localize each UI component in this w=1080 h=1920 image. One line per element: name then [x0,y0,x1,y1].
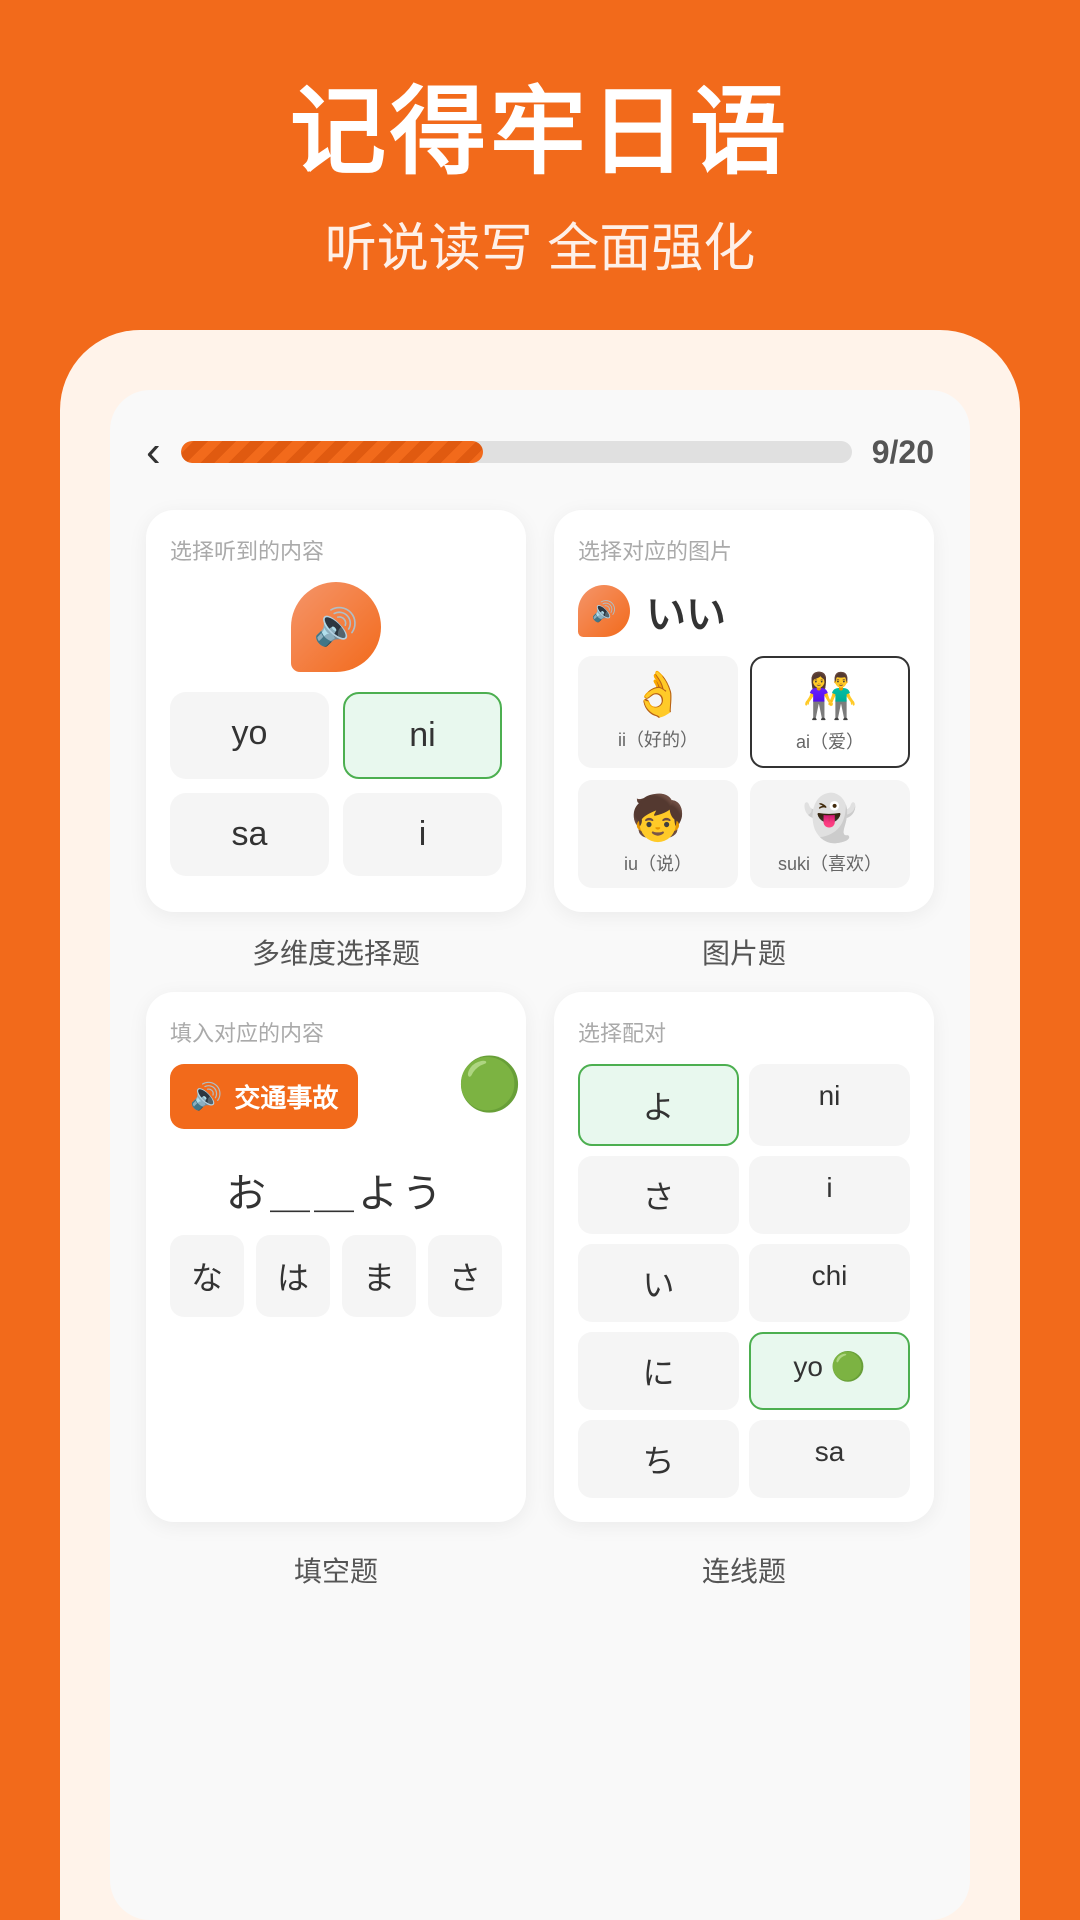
answer-choices: な は ま さ [170,1235,502,1317]
cards-grid-top: 选择听到的内容 🔊 yo ni sa i 选择对应的图片 🔊 [146,510,934,912]
sub-title: 听说读写 全面强化 [0,206,1080,281]
mascot-icon: 🟢 [457,1054,522,1115]
card3-label: 填入对应的内容 [170,1016,502,1048]
pic-emoji-suki: 👻 [762,792,898,844]
audio-phrase[interactable]: 🔊 交通事故 [170,1064,358,1129]
pic-card-iu[interactable]: 🧒 iu（说） [578,780,738,888]
card-matching: 选择配对 よ ni さ i い chi に yo 🟢 ち sa [554,992,934,1522]
card2-label: 选择对应的图片 [578,534,910,566]
progress-row: ‹ 9/20 [146,430,934,474]
card2-speaker-row: 🔊 いい [578,582,910,640]
phone-inner: ‹ 9/20 选择听到的内容 🔊 yo ni sa i [110,390,970,1920]
card-fill-blank: 填入对应的内容 🔊 交通事故 🟢 お＿＿よう な は ま さ [146,992,526,1522]
pic-card-suki[interactable]: 👻 suki（喜欢） [750,780,910,888]
answer-sa[interactable]: さ [428,1235,502,1317]
progress-text: 9/20 [872,434,934,471]
match-right-sa[interactable]: sa [749,1420,910,1498]
match-left-sa[interactable]: さ [578,1156,739,1234]
pic-label-suki: suki（喜欢） [762,850,898,876]
card2-speaker-icon[interactable]: 🔊 [578,585,630,637]
card-picture-choice: 选择对应的图片 🔊 いい 👌 ii（好的） 👫 ai（爱） [554,510,934,912]
card4-label: 选择配对 [578,1016,910,1048]
bottom-labels-bottom: 填空题 连线题 [146,1536,934,1590]
answer-ma[interactable]: ま [342,1235,416,1317]
card1-type-label: 多维度选择题 [146,932,526,972]
match-right-chi[interactable]: chi [749,1244,910,1322]
choice-grid: yo ni sa i [170,692,502,876]
pic-card-ii[interactable]: 👌 ii（好的） [578,656,738,768]
choice-i[interactable]: i [343,793,502,876]
match-grid: よ ni さ i い chi に yo 🟢 ち sa [578,1064,910,1498]
choice-yo[interactable]: yo [170,692,329,779]
back-button[interactable]: ‹ [146,430,161,474]
choice-ni[interactable]: ni [343,692,502,779]
match-left-i[interactable]: い [578,1244,739,1322]
pic-card-ai[interactable]: 👫 ai（爱） [750,656,910,768]
bottom-labels-top: 多维度选择题 图片题 [146,918,934,972]
progress-bar-container [181,441,852,463]
card-multiple-choice: 选择听到的内容 🔊 yo ni sa i [146,510,526,912]
match-left-yo[interactable]: よ [578,1064,739,1146]
progress-bar-fill [181,441,483,463]
match-left-ni[interactable]: に [578,1332,739,1410]
card1-speaker-icon[interactable]: 🔊 [291,582,381,672]
match-right-ni[interactable]: ni [749,1064,910,1146]
card3-phrase-area: 🔊 交通事故 🟢 [170,1064,502,1147]
card2-type-label: 图片题 [554,932,934,972]
speaker-symbol-small: 🔊 [592,599,617,624]
match-right-yo[interactable]: yo 🟢 [749,1332,910,1410]
pic-grid: 👌 ii（好的） 👫 ai（爱） 🧒 iu（说） 👻 suki（喜欢） [578,656,910,888]
choice-sa[interactable]: sa [170,793,329,876]
card4-type-label: 连线题 [554,1550,934,1590]
phone-mockup: ‹ 9/20 选择听到的内容 🔊 yo ni sa i [60,330,1020,1920]
answer-ha[interactable]: は [256,1235,330,1317]
main-title: 记得牢日语 [0,80,1080,186]
header-section: 记得牢日语 听说读写 全面强化 [0,0,1080,341]
match-right-i[interactable]: i [749,1156,910,1234]
cards-grid-bottom: 填入对应的内容 🔊 交通事故 🟢 お＿＿よう な は ま さ [146,992,934,1522]
speaker-icon-phrase: 🔊 [190,1081,222,1112]
phrase-text: 交通事故 [234,1078,338,1115]
card3-type-label: 填空题 [146,1550,526,1590]
match-left-chi[interactable]: ち [578,1420,739,1498]
speaker-symbol-large: 🔊 [314,606,359,648]
pic-emoji-ai: 👫 [764,670,896,722]
pic-emoji-ii: 👌 [590,668,726,720]
card1-label: 选择听到的内容 [170,534,502,566]
card2-japanese: いい [646,582,726,640]
pic-label-ii: ii（好的） [590,726,726,752]
blank-text: お＿＿よう [170,1161,502,1219]
pic-label-ai: ai（爱） [764,728,896,754]
pic-emoji-iu: 🧒 [590,792,726,844]
answer-na[interactable]: な [170,1235,244,1317]
pic-label-iu: iu（说） [590,850,726,876]
